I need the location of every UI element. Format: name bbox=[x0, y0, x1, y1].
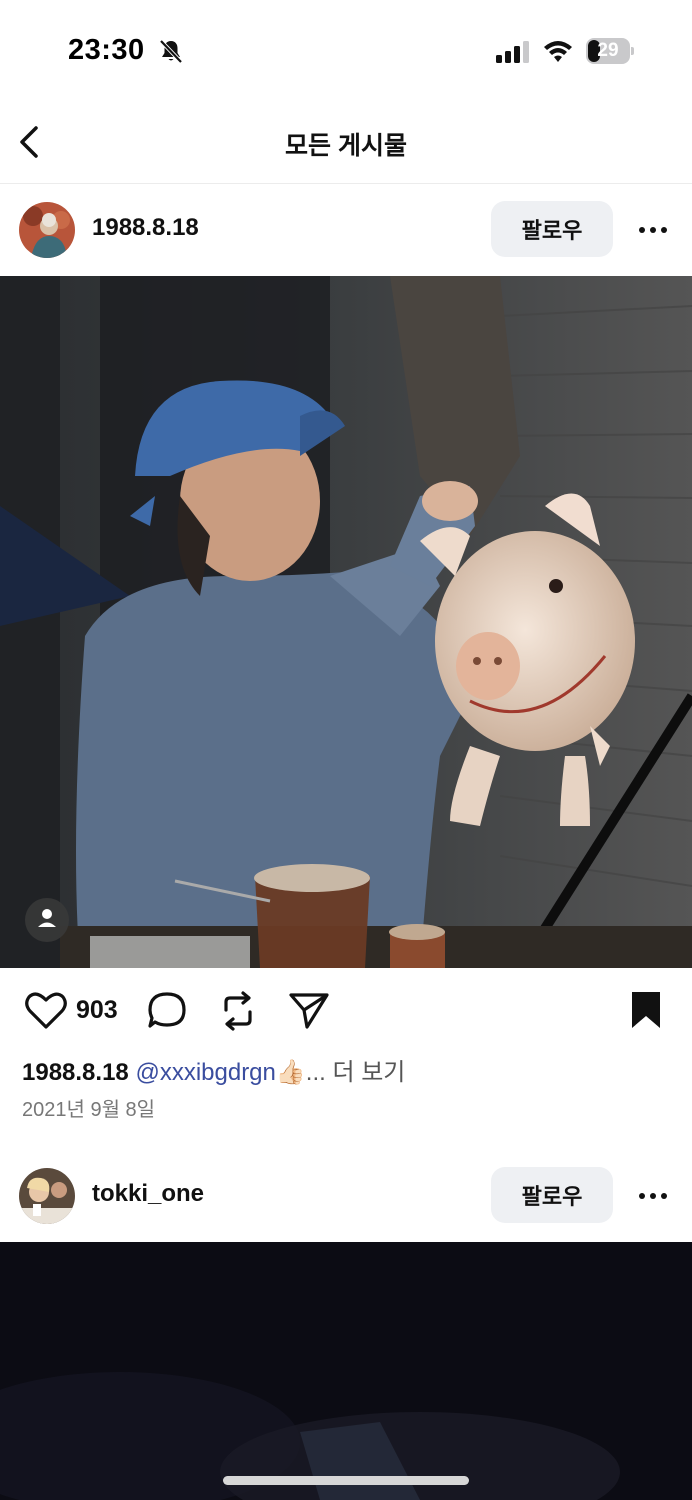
status-time: 23:30 bbox=[68, 34, 145, 66]
post-header: tokki_one 팔로우 bbox=[0, 1150, 692, 1242]
avatar[interactable] bbox=[19, 1168, 75, 1224]
repost-icon[interactable] bbox=[218, 990, 258, 1032]
bell-off-icon bbox=[159, 39, 183, 64]
post-username[interactable]: tokki_one bbox=[92, 1180, 204, 1208]
send-icon[interactable] bbox=[288, 990, 330, 1030]
post-photo[interactable] bbox=[0, 276, 692, 968]
bookmark-icon[interactable] bbox=[630, 990, 662, 1030]
battery-level: 29 bbox=[597, 40, 619, 61]
wifi-icon bbox=[544, 41, 572, 62]
post-caption: 1988.8.18 @xxxibgdrgn👍🏻... 더 보기 bbox=[22, 1052, 405, 1087]
post-photo[interactable] bbox=[0, 1242, 692, 1500]
page-title: 모든 게시물 bbox=[285, 132, 407, 160]
more-icon[interactable] bbox=[636, 1186, 670, 1206]
battery-icon: 29 bbox=[586, 38, 634, 64]
caption-more-link[interactable]: ... 더 보기 bbox=[306, 1059, 406, 1086]
post-username[interactable]: 1988.8.18 bbox=[92, 214, 199, 242]
status-bar: 23:30 29 bbox=[0, 0, 692, 100]
caption-username[interactable]: 1988.8.18 bbox=[22, 1059, 129, 1086]
heart-icon[interactable] bbox=[24, 990, 68, 1030]
comment-icon[interactable] bbox=[146, 990, 188, 1030]
signal-icon bbox=[496, 41, 529, 63]
follow-button[interactable]: 팔로우 bbox=[491, 1167, 613, 1223]
like-count[interactable]: 903 bbox=[76, 996, 118, 1025]
caption-emoji: 👍🏻 bbox=[275, 1059, 306, 1086]
more-icon[interactable] bbox=[636, 220, 670, 240]
avatar[interactable] bbox=[19, 202, 75, 258]
nav-header: 모든 게시물 bbox=[0, 100, 692, 184]
person-tag-icon[interactable] bbox=[25, 898, 69, 942]
caption-mention[interactable]: @xxxibgdrgn bbox=[135, 1059, 275, 1086]
post-actions: 903 bbox=[0, 968, 692, 1058]
home-indicator[interactable] bbox=[223, 1476, 469, 1485]
post-header: 1988.8.18 팔로우 bbox=[0, 184, 692, 276]
follow-button[interactable]: 팔로우 bbox=[491, 201, 613, 257]
post-date: 2021년 9월 8일 bbox=[22, 1099, 156, 1121]
